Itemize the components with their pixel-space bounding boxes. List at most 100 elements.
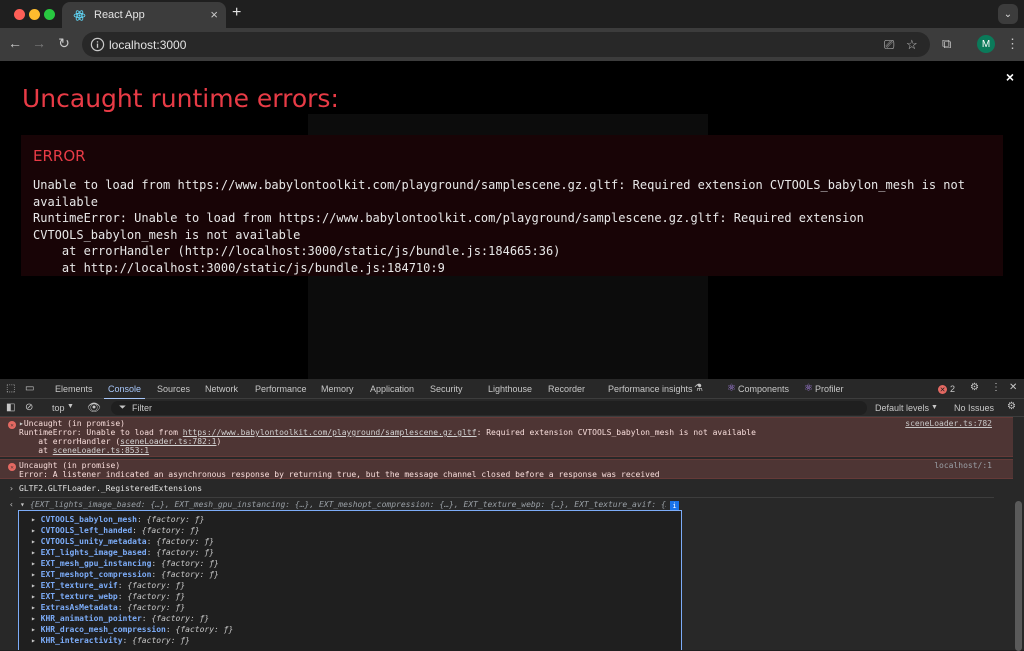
expand-triangle-icon[interactable]: ▸	[31, 559, 41, 568]
property-key: KHR_draco_mesh_compression	[40, 625, 166, 634]
expand-triangle-icon[interactable]: ▸	[31, 625, 41, 634]
url-text[interactable]: localhost:3000	[109, 38, 186, 52]
source-link[interactable]: localhost/:1	[934, 461, 992, 470]
expand-triangle-icon[interactable]: ▸	[31, 548, 41, 557]
log-levels-dropdown[interactable]: Default levels	[875, 403, 929, 413]
property-key: EXT_mesh_gpu_instancing	[40, 559, 152, 568]
address-bar[interactable]: localhost:3000 ⎚ ☆	[82, 32, 930, 57]
object-property-row[interactable]: ▸ KHR_draco_mesh_compression: {factory: …	[31, 625, 233, 634]
info-icon[interactable]: i	[670, 501, 679, 510]
console-scrollbar[interactable]	[1015, 501, 1022, 651]
expand-triangle-icon[interactable]: ▸	[31, 526, 41, 535]
tab-recorder[interactable]: Recorder	[548, 384, 585, 394]
context-dropdown-icon[interactable]: ▼	[67, 403, 74, 410]
object-property-row[interactable]: ▸ EXT_mesh_gpu_instancing: {factory: ƒ}	[31, 559, 219, 568]
console-settings-icon[interactable]: ⚙	[1007, 401, 1016, 412]
error-label: ERROR	[33, 147, 86, 165]
tab-application[interactable]: Application	[370, 384, 414, 394]
expand-triangle-icon[interactable]: ▸	[31, 570, 41, 579]
sidebar-toggle-icon[interactable]: ◧	[6, 402, 15, 413]
reload-icon[interactable]: ↻	[55, 35, 73, 52]
tab-sources[interactable]: Sources	[157, 384, 190, 394]
source-link[interactable]: sceneLoader.ts:782	[905, 419, 992, 428]
zoom-window-button[interactable]	[44, 9, 55, 20]
site-info-icon[interactable]	[90, 37, 105, 52]
back-icon[interactable]: ←	[6, 35, 24, 51]
object-property-row[interactable]: ▸ EXT_meshopt_compression: {factory: ƒ}	[31, 570, 219, 579]
tab-close-icon[interactable]: ×	[210, 7, 218, 22]
stack-suffix: )	[216, 437, 222, 446]
close-devtools-icon[interactable]: ✕	[1009, 382, 1017, 393]
error-header[interactable]: ▸Uncaught (in promise)	[19, 419, 125, 428]
property-key: KHR_interactivity	[40, 636, 123, 645]
error-count-icon[interactable]: ✕	[938, 385, 947, 394]
tab-lighthouse[interactable]: Lighthouse	[488, 384, 532, 394]
expand-triangle-icon[interactable]: ▸	[31, 614, 41, 623]
bookmark-star-icon[interactable]: ☆	[906, 37, 918, 53]
object-property-row[interactable]: ▸ ExtrasAsMetadata: {factory: ƒ}	[31, 603, 185, 612]
live-expression-eye-icon[interactable]: 👁	[87, 401, 101, 414]
context-selector[interactable]: top	[52, 403, 65, 413]
profile-avatar[interactable]: M	[977, 35, 995, 53]
object-preview[interactable]: {EXT_lights_image_based: {…}, EXT_mesh_g…	[30, 500, 666, 509]
tab-elements[interactable]: Elements	[55, 384, 93, 394]
tab-performance[interactable]: Performance	[255, 384, 307, 394]
close-window-button[interactable]	[14, 9, 25, 20]
tab-security[interactable]: Security	[430, 384, 463, 394]
minimize-window-button[interactable]	[29, 9, 40, 20]
property-colon: :	[136, 515, 147, 524]
object-property-row[interactable]: ▸ CVTOOLS_babylon_mesh: {factory: ƒ}	[31, 515, 204, 524]
expand-triangle-icon[interactable]: ▸	[31, 636, 41, 645]
forward-icon[interactable]: →	[30, 35, 48, 51]
overlay-close-icon[interactable]: ×	[1006, 69, 1014, 85]
extensions-icon[interactable]: ⧉	[942, 36, 951, 52]
property-colon: :	[132, 526, 142, 535]
collapse-triangle-icon[interactable]: ▾	[20, 500, 25, 509]
tab-search-button[interactable]: ⌄	[998, 4, 1018, 24]
tab-components[interactable]: Components	[738, 384, 789, 394]
object-property-row[interactable]: ▸ KHR_interactivity: {factory: ƒ}	[31, 636, 190, 645]
stack-link[interactable]: sceneLoader.ts:782:1	[120, 437, 216, 446]
tab-performance-insights[interactable]: Performance insights	[608, 384, 693, 394]
expand-triangle-icon[interactable]: ▸	[31, 592, 41, 601]
cast-icon[interactable]: ⎚	[884, 37, 894, 53]
issues-count[interactable]: 2	[950, 384, 955, 394]
input-prompt-icon: ›	[9, 484, 14, 493]
console-error-row: ✕ ▸Uncaught (in promise) RuntimeError: U…	[0, 417, 1013, 457]
error-url-link[interactable]: https://www.babylontoolkit.com/playgroun…	[183, 428, 477, 437]
object-property-row[interactable]: ▸ CVTOOLS_left_handed: {factory: ƒ}	[31, 526, 200, 535]
command-text[interactable]: GLTF2.GLTFLoader._RegisteredExtensions	[19, 484, 202, 493]
expand-triangle-icon[interactable]: ▸	[31, 515, 41, 524]
stack-link[interactable]: sceneLoader.ts:853:1	[53, 446, 149, 455]
tab-console[interactable]: Console	[103, 384, 146, 400]
expand-triangle-icon[interactable]: ▸	[31, 581, 41, 590]
property-colon: :	[117, 592, 128, 601]
expand-triangle-icon[interactable]: ▸	[31, 537, 41, 546]
object-property-row[interactable]: ▸ EXT_texture_avif: {factory: ƒ}	[31, 581, 185, 590]
settings-gear-icon[interactable]: ⚙	[970, 382, 979, 393]
property-value: {factory: ƒ}	[161, 570, 219, 579]
clear-console-icon[interactable]: ⊘	[25, 402, 33, 413]
property-colon: :	[165, 625, 176, 634]
tab-profiler[interactable]: Profiler	[815, 384, 844, 394]
tab-network[interactable]: Network	[205, 384, 238, 394]
expand-triangle-icon[interactable]: ▸	[31, 603, 41, 612]
tab-memory[interactable]: Memory	[321, 384, 354, 394]
kebab-menu-icon[interactable]: ⋮	[1006, 36, 1019, 52]
property-value: {factory: ƒ}	[161, 559, 219, 568]
stack-prefix: at	[19, 446, 53, 455]
error-icon: ✕	[8, 463, 16, 471]
filter-input[interactable]: ⏷ Filter	[111, 401, 867, 415]
device-toolbar-icon[interactable]: ▭	[25, 383, 34, 394]
new-tab-button[interactable]: +	[232, 4, 241, 22]
object-property-row[interactable]: ▸ EXT_lights_image_based: {factory: ƒ}	[31, 548, 214, 557]
object-property-row[interactable]: ▸ CVTOOLS_unity_metadata: {factory: ƒ}	[31, 537, 214, 546]
object-property-row[interactable]: ▸ KHR_animation_pointer: {factory: ƒ}	[31, 614, 209, 623]
object-property-row[interactable]: ▸ EXT_texture_webp: {factory: ƒ}	[31, 592, 185, 601]
browser-tab[interactable]: React App ×	[62, 2, 226, 28]
issues-status[interactable]: No Issues	[954, 403, 994, 413]
levels-chevron-icon[interactable]: ▼	[931, 404, 938, 411]
more-options-icon[interactable]: ⋮	[991, 382, 1001, 393]
error-message: Error: A listener indicated an asynchron…	[19, 470, 660, 479]
inspect-element-icon[interactable]: ⬚	[6, 383, 15, 394]
